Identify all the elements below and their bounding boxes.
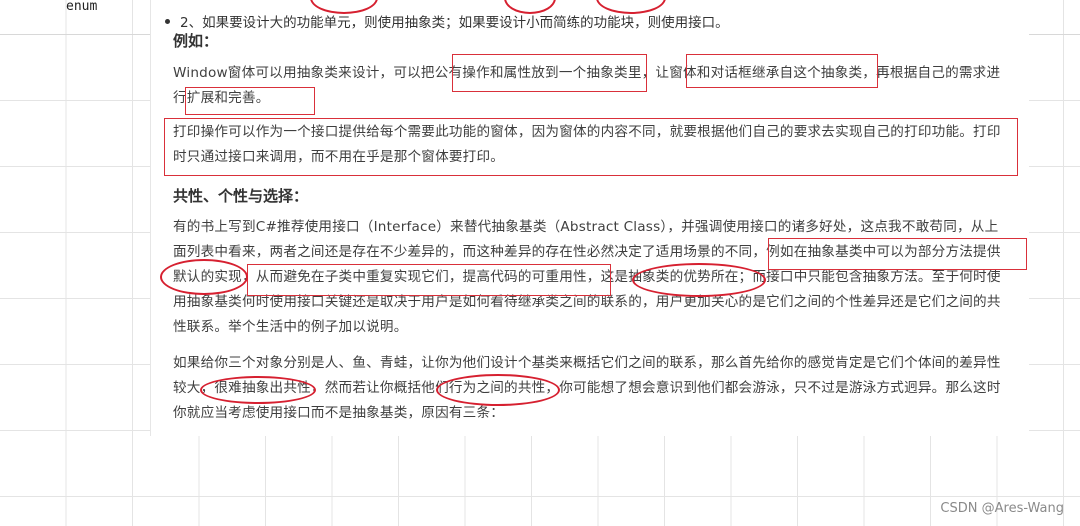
paragraph-line: 你就应当考虑使用接口而不是抽象基类，原因有三条： [173,405,505,421]
article-content: 2、如果要设计大的功能单元，则使用抽象类；如果要设计小而简练的功能块，则使用接口… [150,0,1029,436]
example-paragraph-1: Window窗体可以用抽象类来设计，可以把公有操作和属性放到一个抽象类里，让窗体… [173,61,1015,111]
paragraph-line: 默认的实现，从而避免在子类中重复实现它们，提高代码的可重用性，这是抽象类的优势所… [173,269,1001,285]
commonality-paragraph-1: 有的书上写到C#推荐使用接口（Interface）来替代抽象基类（Abstrac… [173,215,1015,340]
paragraph-line: 行扩展和完善。 [173,90,270,106]
paragraph-line: 有的书上写到C#推荐使用接口（Interface）来替代抽象基类（Abstrac… [173,219,999,235]
paragraph-line: 时只通过接口来调用，而不用在乎是那个窗体要打印。 [173,149,505,165]
paragraph-line: 用抽象基类何时使用接口关键还是取决于用户是如何看待继承类之间的联系的，用户更加关… [173,294,1001,310]
bullet-dot-icon [165,18,170,24]
example-heading: 例如： [173,32,219,50]
bullet-text: 2、如果要设计大的功能单元，则使用抽象类；如果要设计小而简练的功能块，则使用接口… [180,15,729,31]
paragraph-line: 如果给你三个对象分别是人、鱼、青蛙，让你为他们设计个基类来概括它们之间的联系，那… [173,355,1001,371]
paragraph-line: Window窗体可以用抽象类来设计，可以把公有操作和属性放到一个抽象类里，让窗体… [173,65,1001,81]
watermark: CSDN @Ares-Wang [940,501,1064,516]
commonality-heading: 共性、个性与选择： [173,187,309,205]
paragraph-line: 打印操作可以作为一个接口提供给每个需要此功能的窗体，因为窗体的内容不同，就要根据… [173,124,1001,140]
example-paragraph-2: 打印操作可以作为一个接口提供给每个需要此功能的窗体，因为窗体的内容不同，就要根据… [173,120,1015,170]
code-label: enum [66,0,98,14]
commonality-paragraph-2: 如果给你三个对象分别是人、鱼、青蛙，让你为他们设计个基类来概括它们之间的联系，那… [173,351,1015,426]
paragraph-line: 较大，很难抽象出共性，然而若让你概括他们行为之间的共性，你可能想了想会意识到他们… [173,380,1001,396]
paragraph-line: 性联系。举个生活中的例子加以说明。 [173,319,408,335]
document-page: enum 2、如果要设计大的功能单元，则使用抽象类；如果要设计小而简练的功能块，… [0,0,1080,526]
bullet-item: 2、如果要设计大的功能单元，则使用抽象类；如果要设计小而简练的功能块，则使用接口… [165,11,729,31]
paragraph-line: 面列表中看来，两者之间还是存在不少差异的，而这种差异的存在性必然决定了适用场景的… [173,244,1001,260]
